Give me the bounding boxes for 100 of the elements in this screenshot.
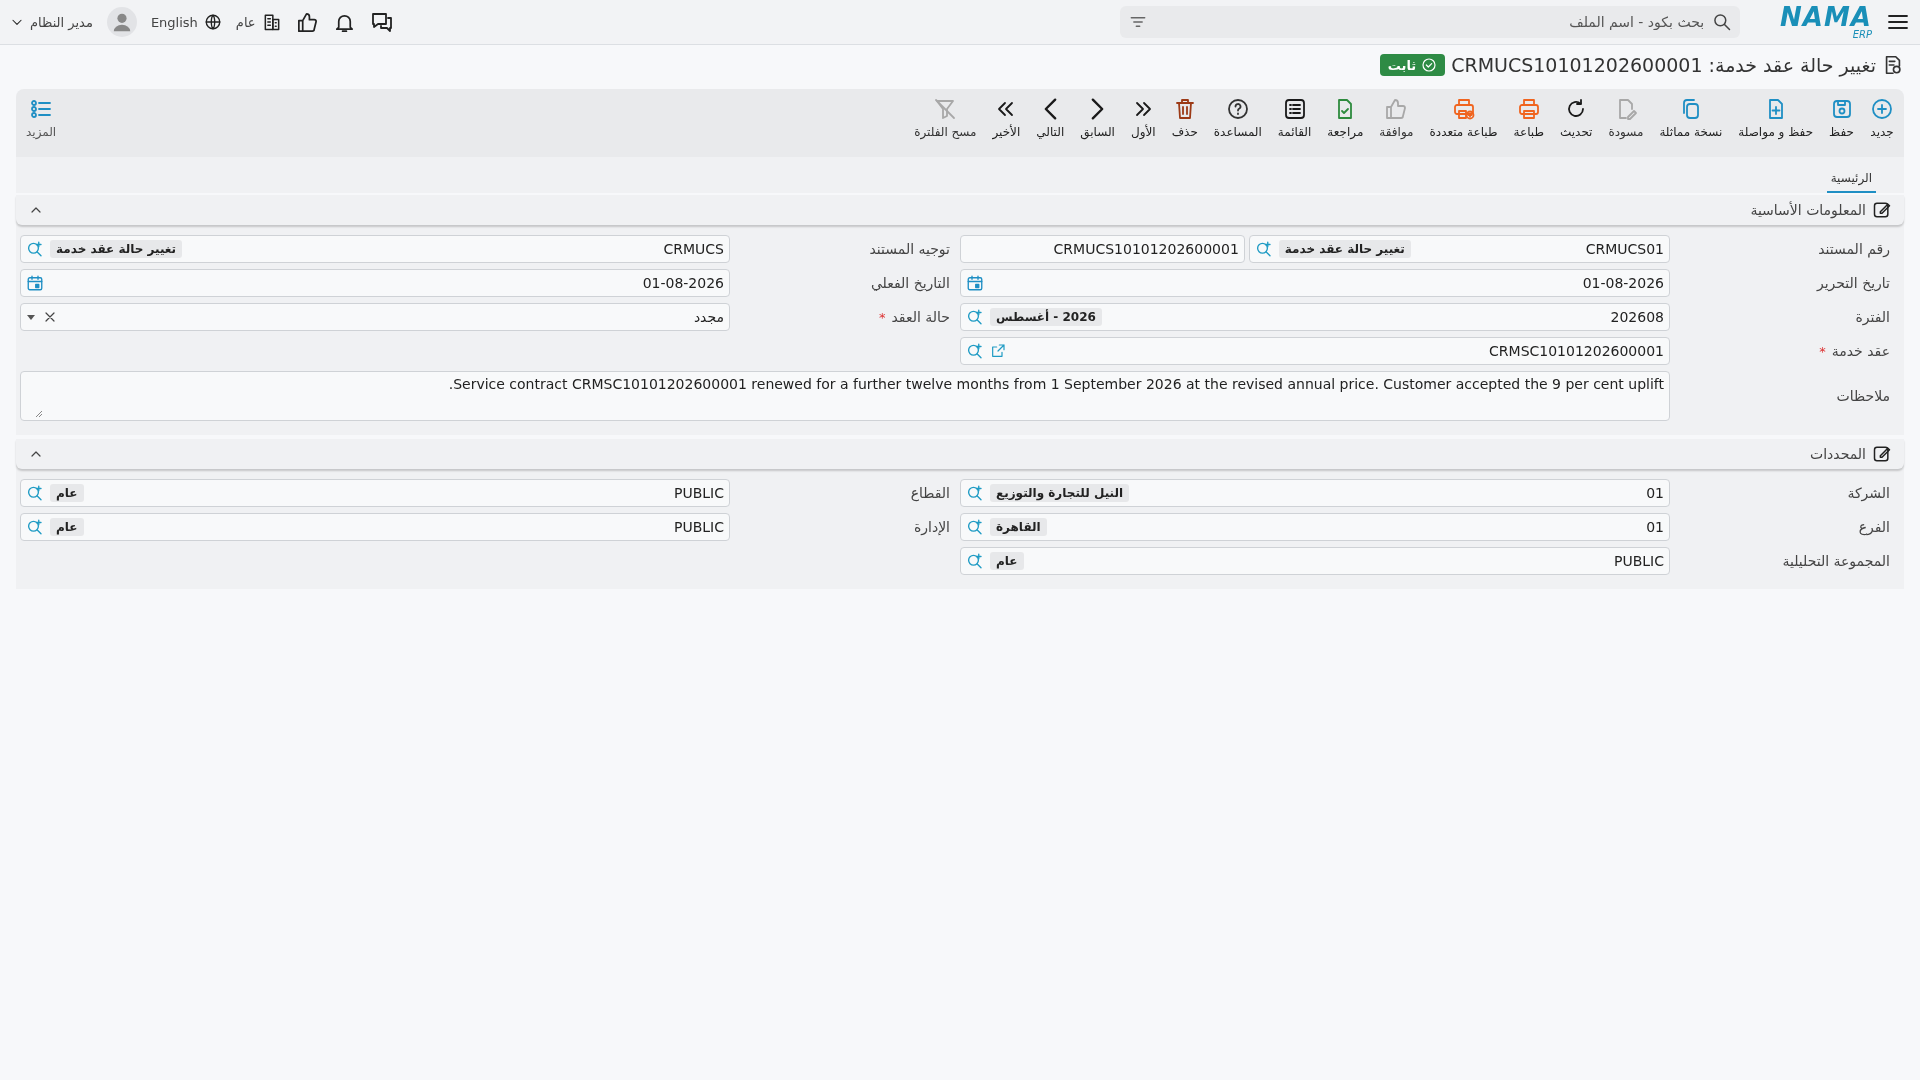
search-button[interactable] — [26, 240, 44, 258]
date-picker-button[interactable] — [966, 274, 984, 292]
app-logo: NAMA ERP — [1780, 4, 1872, 40]
chevron-right-icon — [1090, 97, 1106, 121]
toolbar-button[interactable]: طباعة متعددة — [1423, 97, 1504, 139]
tab[interactable]: الرئيسية — [1826, 171, 1876, 193]
thumbs-up-icon — [295, 10, 319, 34]
language-selector[interactable]: English — [150, 13, 222, 31]
field-label: ملاحظات — [1836, 388, 1890, 404]
section-title: المعلومات الأساسية — [1750, 202, 1866, 218]
search-field[interactable]: بحث بكود - اسم الملف — [1120, 6, 1741, 38]
lookup-description: 2026 - أغسطس — [990, 308, 1102, 326]
toolbar-button[interactable]: الأخير — [986, 97, 1027, 139]
printer-plus-icon — [1451, 97, 1476, 121]
search-plus-icon — [1254, 240, 1273, 258]
field-label: الشركة — [1847, 485, 1890, 501]
dropdown-caret-icon[interactable] — [26, 312, 36, 322]
thumbs-up-icon — [1384, 97, 1409, 121]
search-button[interactable] — [26, 518, 44, 536]
field-label: عقد خدمة — [1831, 343, 1890, 359]
document-number-field[interactable]: CRMUCS10101202600001 — [960, 235, 1245, 263]
field-label: توجيه المستند — [869, 241, 950, 257]
toolbar-button[interactable]: القائمة — [1271, 97, 1318, 139]
resize-grip-icon — [35, 410, 43, 418]
required-mark: * — [1819, 343, 1826, 359]
search-plus-icon — [966, 552, 984, 570]
field-label: الإدارة — [913, 519, 950, 535]
search-button[interactable] — [966, 518, 984, 536]
company-selector[interactable]: عام — [235, 12, 282, 32]
search-input[interactable]: بحث بكود - اسم الملف — [1154, 13, 1707, 31]
toolbar-button[interactable]: حفظ — [1823, 97, 1860, 139]
list-icon — [1282, 97, 1307, 121]
toolbar-button[interactable]: نسخة مماثلة — [1653, 97, 1729, 139]
field-label: المجموعة التحليلية — [1782, 553, 1890, 569]
required-mark: * — [879, 309, 886, 325]
date-field[interactable]: 01-08-2026 — [20, 269, 730, 297]
search-plus-icon — [966, 518, 984, 536]
user-menu[interactable]: مدير النظام — [10, 14, 93, 30]
chat-bubbles-icon — [369, 10, 394, 34]
bulleted-list-icon — [29, 97, 54, 121]
status-badge: ثابت — [1379, 54, 1446, 76]
toolbar-button[interactable]: التالي — [1030, 97, 1071, 139]
field-label: رقم المستند — [1818, 241, 1890, 257]
filter-off-icon — [933, 97, 958, 121]
plus-circle-icon — [1870, 97, 1894, 121]
document-title: تغيير حالة عقد خدمة: CRMUCS10101202600001 — [1451, 54, 1876, 76]
user-avatar[interactable] — [106, 7, 137, 37]
calendar-icon — [966, 274, 984, 292]
toolbar-button[interactable]: جديد — [1864, 97, 1900, 139]
toolbar-button[interactable]: طباعة — [1507, 97, 1550, 139]
search-plus-icon — [26, 484, 44, 502]
search-button[interactable] — [966, 342, 984, 360]
field-label: الفترة — [1855, 309, 1890, 325]
external-link-icon — [990, 343, 1006, 359]
edit-square-icon — [1872, 200, 1892, 220]
check-circle-icon — [1421, 57, 1438, 73]
lookup-field[interactable]: CRMSC10101202600001 — [960, 337, 1670, 365]
field-label: الفرع — [1858, 519, 1890, 535]
chevron-left-icon — [1042, 97, 1058, 121]
lookup-description: النيل للتجارة والتوزيع — [990, 484, 1130, 502]
lookup-description: عام — [990, 552, 1024, 570]
toolbar-button[interactable]: مراجعة — [1321, 97, 1370, 139]
lookup-description: عام — [50, 518, 84, 536]
more-button[interactable]: المزيد — [20, 97, 63, 139]
notes-field[interactable]: Service contract CRMSC10101202600001 renewed for a further twelve months from 1 September 2026 at the revised annual price. Customer accepted the 9 per cent uplift. — [20, 371, 1670, 421]
field-label: القطاع — [910, 485, 950, 501]
date-picker-button[interactable] — [26, 274, 44, 292]
section-title: المحددات — [1810, 446, 1866, 462]
search-plus-icon — [966, 308, 984, 326]
field-label: حالة العقد — [891, 309, 950, 325]
calendar-icon — [26, 274, 44, 292]
toolbar-button[interactable]: الأول — [1124, 97, 1162, 139]
chat-button[interactable] — [369, 10, 394, 34]
dropdown-field[interactable]: مجدد — [20, 303, 730, 331]
toolbar-button[interactable]: السابق — [1074, 97, 1121, 139]
search-plus-icon — [26, 518, 44, 536]
lookup-description: تغيير حالة عقد خدمة — [50, 240, 183, 258]
search-plus-icon — [966, 342, 984, 360]
search-plus-icon — [966, 484, 984, 502]
field-label: تاريخ التحرير — [1816, 275, 1890, 291]
likes-button[interactable] — [295, 10, 319, 34]
toolbar-button[interactable]: حذف — [1165, 97, 1204, 139]
open-link-button[interactable] — [990, 343, 1006, 359]
lookup-description: القاهرة — [990, 518, 1047, 536]
search-plus-icon — [26, 240, 44, 258]
help-circle-icon — [1225, 97, 1250, 121]
search-button[interactable] — [966, 484, 984, 502]
date-field[interactable]: 01-08-2026 — [960, 269, 1670, 297]
globe-icon — [203, 13, 222, 31]
search-button[interactable] — [966, 552, 984, 570]
toolbar-button[interactable]: المساعدة — [1207, 97, 1268, 139]
printer-icon — [1516, 97, 1541, 121]
lookup-description: عام — [50, 484, 84, 502]
toolbar-button[interactable]: حفظ و مواصلة — [1732, 97, 1820, 139]
toolbar-button[interactable]: تحديث — [1553, 97, 1599, 139]
search-button[interactable] — [26, 484, 44, 502]
search-button[interactable] — [966, 308, 984, 326]
search-button[interactable] — [1254, 240, 1273, 258]
field-label: التاريخ الفعلي — [870, 275, 950, 291]
lookup-description: تغيير حالة عقد خدمة — [1278, 240, 1411, 258]
